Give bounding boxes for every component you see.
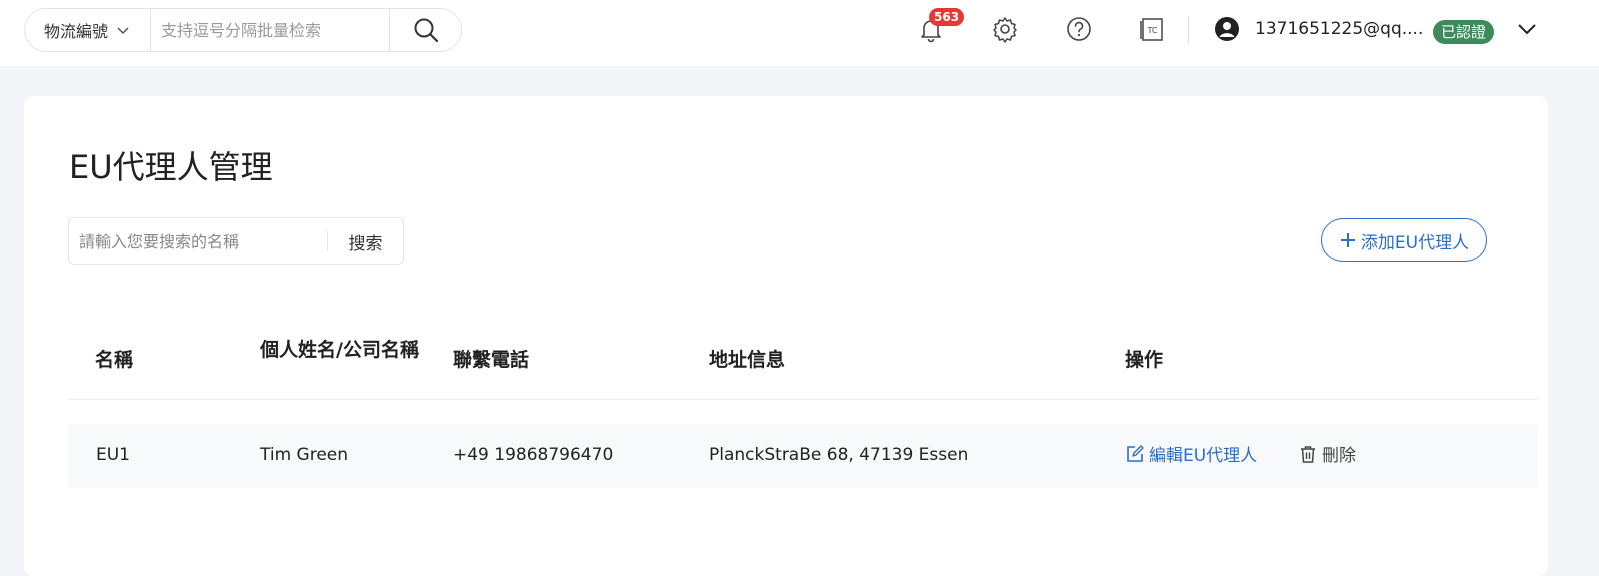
- topbar-divider: [1188, 16, 1189, 44]
- edit-eu-agent-link[interactable]: 編輯EU代理人: [1125, 441, 1257, 466]
- verified-badge: 已認證: [1433, 20, 1495, 44]
- search-icon: [414, 18, 438, 43]
- language-tc-icon: TC: [1140, 18, 1163, 41]
- header-address: 地址信息: [709, 349, 786, 371]
- content-card: EU代理人管理 搜索 添加EU代理人 名稱 個人姓名/公司名稱 聯繫電話 地址信…: [24, 96, 1548, 576]
- page-title: EU代理人管理: [69, 148, 273, 186]
- help-icon: [1067, 17, 1091, 41]
- delete-label: 刪除: [1322, 446, 1356, 466]
- header-person: 個人姓名/公司名稱: [260, 339, 419, 361]
- name-search-box: 搜索: [68, 217, 404, 265]
- plus-icon: [1340, 233, 1355, 247]
- name-search-input[interactable]: [69, 218, 327, 264]
- edit-icon: [1127, 444, 1144, 462]
- language-button[interactable]: TC: [1137, 14, 1167, 44]
- user-email[interactable]: 1371651225@qq....: [1255, 19, 1423, 39]
- user-icon: [1215, 17, 1239, 41]
- cell-phone: +49 19868796470: [453, 445, 614, 465]
- cell-person: Tim Green: [260, 445, 349, 465]
- chevron-down-icon: [1518, 24, 1536, 35]
- header-actions: 操作: [1125, 349, 1164, 371]
- cell-name: EU1: [96, 445, 130, 465]
- cell-address: PlanckStraBe 68, 47139 Essen: [709, 445, 969, 465]
- header-name: 名稱: [95, 349, 134, 371]
- user-avatar[interactable]: [1212, 14, 1242, 44]
- name-search-button[interactable]: 搜索: [328, 229, 403, 254]
- chevron-down-icon: [117, 27, 129, 35]
- global-search: 物流編號: [24, 8, 462, 52]
- add-button-label: 添加EU代理人: [1360, 232, 1470, 253]
- top-bar: 物流編號 563: [0, 0, 1599, 66]
- help-button[interactable]: [1064, 14, 1094, 44]
- delete-link[interactable]: 刪除: [1298, 441, 1356, 466]
- table-header: 名稱 個人姓名/公司名稱 聯繫電話 地址信息 操作: [68, 316, 1538, 400]
- gear-icon: [993, 17, 1017, 43]
- global-search-input[interactable]: [151, 9, 389, 51]
- edit-label: 編輯EU代理人: [1149, 446, 1258, 466]
- add-eu-agent-button[interactable]: 添加EU代理人: [1321, 218, 1487, 262]
- global-search-button[interactable]: [389, 9, 461, 51]
- search-type-select[interactable]: 物流編號: [25, 9, 151, 51]
- table-row: EU1 Tim Green +49 19868796470 PlanckStra…: [68, 424, 1538, 488]
- search-type-label: 物流編號: [44, 22, 109, 41]
- trash-icon: [1301, 445, 1315, 463]
- settings-button[interactable]: [990, 14, 1020, 44]
- account-menu-toggle[interactable]: [1512, 14, 1542, 44]
- svg-text:TC: TC: [1146, 26, 1157, 35]
- notification-badge: 563: [929, 8, 965, 26]
- header-phone: 聯繫電話: [453, 349, 530, 371]
